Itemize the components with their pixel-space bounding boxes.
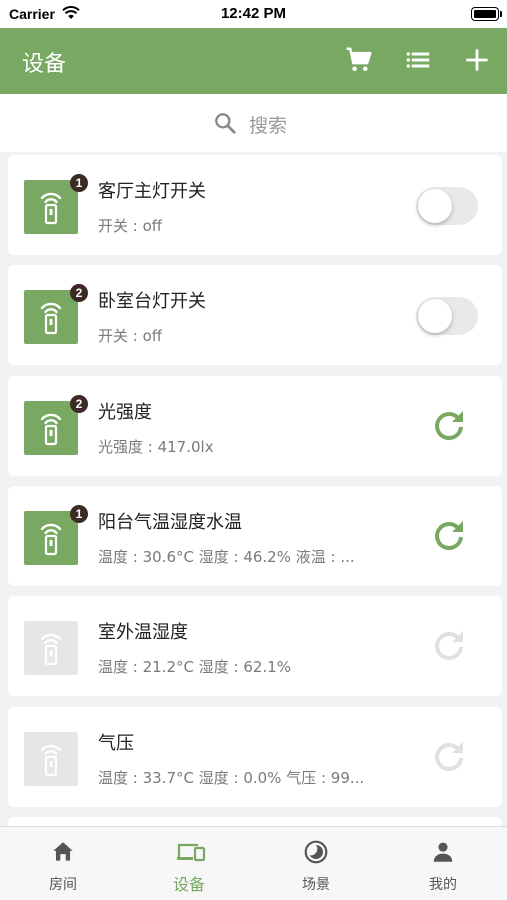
- cart-icon[interactable]: [344, 45, 376, 77]
- device-card[interactable]: 1 客厅主灯开关 开关 : off: [8, 155, 502, 255]
- device-card[interactable]: 气压 温度 : 33.7°C 湿度 : 0.0% 气压 : 99...: [8, 707, 502, 807]
- device-card[interactable]: 1 阳台气温湿度水温 温度 : 30.6°C 湿度 : 46.2% 液温 : .…: [8, 486, 502, 586]
- profile-icon: [430, 839, 456, 869]
- count-badge: 1: [70, 174, 88, 192]
- device-name: 卧室台灯开关: [98, 291, 206, 312]
- status-bar: Carrier 12:42 PM: [0, 0, 507, 28]
- remote-icon: [24, 290, 78, 344]
- tab-label: 房间: [49, 877, 77, 893]
- device-card[interactable]: 2 卧室台灯开关 开关 : off: [8, 265, 502, 365]
- scene-icon: [303, 839, 329, 869]
- tab-bar: 房间 设备 场景 我的: [0, 826, 507, 900]
- device-card[interactable]: 室外温湿度 温度 : 21.2°C 湿度 : 62.1%: [8, 596, 502, 696]
- device-status: 光强度 : 417.0lx: [98, 438, 214, 456]
- remote-icon: [24, 621, 78, 675]
- tab-label: 场景: [302, 877, 330, 893]
- page-title: 设备: [22, 52, 67, 77]
- search-icon: [212, 110, 238, 140]
- power-toggle[interactable]: [416, 297, 478, 335]
- device-name: 室外温湿度: [98, 622, 188, 643]
- device-status: 温度 : 30.6°C 湿度 : 46.2% 液温 : ...: [98, 548, 355, 566]
- refresh-icon[interactable]: [430, 625, 470, 665]
- remote-icon: [24, 180, 78, 234]
- devices-icon: [176, 839, 206, 869]
- refresh-icon[interactable]: [430, 405, 470, 445]
- power-toggle[interactable]: [416, 187, 478, 225]
- device-name: 气压: [98, 733, 134, 754]
- remote-icon: [24, 401, 78, 455]
- remote-icon: [24, 732, 78, 786]
- count-badge: 2: [70, 395, 88, 413]
- device-name: 客厅主灯开关: [98, 181, 206, 202]
- tab-profile[interactable]: 我的: [380, 827, 506, 900]
- refresh-icon[interactable]: [430, 736, 470, 776]
- device-status: 温度 : 21.2°C 湿度 : 62.1%: [98, 658, 291, 676]
- nav-bar: 设备: [0, 28, 507, 94]
- count-badge: 1: [70, 505, 88, 523]
- tab-devices[interactable]: 设备: [126, 827, 252, 900]
- tab-label: 我的: [429, 877, 457, 893]
- refresh-icon[interactable]: [430, 515, 470, 555]
- clock: 12:42 PM: [220, 5, 287, 22]
- tab-label: 设备: [172, 875, 205, 894]
- tab-rooms[interactable]: 房间: [0, 827, 126, 900]
- device-name: 光强度: [98, 402, 152, 423]
- list-icon[interactable]: [403, 45, 435, 77]
- device-status: 开关 : off: [98, 217, 163, 235]
- tab-scenes[interactable]: 场景: [253, 827, 379, 900]
- search-bar[interactable]: 搜索: [0, 94, 507, 152]
- battery-icon: [471, 7, 502, 21]
- device-card[interactable]: 2 光强度 光强度 : 417.0lx: [8, 376, 502, 476]
- home-icon: [50, 839, 76, 869]
- device-name: 阳台气温湿度水温: [98, 512, 242, 533]
- plus-icon[interactable]: [462, 45, 494, 77]
- remote-icon: [24, 511, 78, 565]
- device-status: 开关 : off: [98, 327, 163, 345]
- search-placeholder: 搜索: [249, 115, 288, 137]
- device-status: 温度 : 33.7°C 湿度 : 0.0% 气压 : 99...: [98, 769, 365, 787]
- count-badge: 2: [70, 284, 88, 302]
